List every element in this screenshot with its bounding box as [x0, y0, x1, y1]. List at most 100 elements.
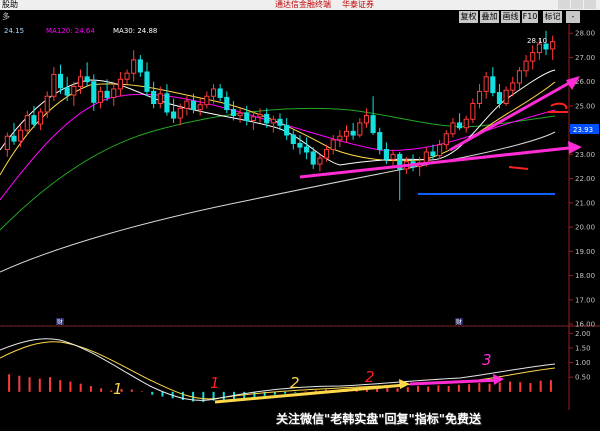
annotation-dash-right	[508, 166, 529, 170]
candle-up	[250, 116, 256, 121]
candle-up	[437, 144, 443, 157]
current-price-label: 23.93	[573, 126, 593, 134]
candle-up	[317, 157, 323, 165]
candle-up	[476, 90, 483, 104]
candle-up	[210, 88, 217, 97]
candle-up	[343, 130, 350, 137]
candle-down	[57, 73, 64, 89]
annotation-label-1b: 1	[210, 374, 220, 392]
indicator-tick-label: 1.00	[575, 359, 591, 367]
indicator-line-yellow	[0, 341, 556, 400]
indicator-tick-label: 0.50	[575, 374, 591, 382]
candle-up	[4, 135, 10, 151]
candle-up	[117, 78, 123, 90]
candle-up	[503, 89, 509, 104]
candle-up	[450, 122, 456, 135]
candle-down	[383, 149, 389, 160]
legend-ma120: MA120: 24.64	[46, 27, 95, 35]
candle-down	[137, 59, 143, 73]
price-tick-label: 18.00	[575, 272, 595, 280]
candle-up	[516, 70, 522, 84]
candle-down	[151, 90, 157, 104]
price-tick-label: 16.00	[575, 321, 595, 329]
candle-up	[536, 43, 542, 54]
candle-up	[330, 139, 336, 151]
kline-chart: 24.15 MA120: 24.64 MA30: 24.88 28.00 27.0…	[0, 24, 600, 410]
candle-down	[496, 92, 503, 104]
candle-down	[104, 90, 110, 98]
candle-down	[290, 134, 296, 144]
candle-up	[71, 86, 77, 96]
price-tick-label: 20.00	[575, 224, 595, 232]
candle-up	[97, 90, 103, 103]
indicator-tick-label: 2.00	[575, 330, 591, 338]
candlesticks	[4, 30, 556, 201]
legend-ma30: MA30: 24.88	[113, 27, 157, 35]
candle-down	[490, 76, 496, 94]
candle-up	[470, 102, 476, 120]
candle-down	[84, 76, 90, 83]
candle-up	[530, 52, 536, 62]
candle-down	[350, 130, 356, 136]
candle-down	[244, 112, 250, 121]
candle-down	[224, 96, 230, 111]
candle-up	[510, 82, 516, 91]
candle-up	[38, 111, 44, 125]
price-tick-label: 25.00	[575, 102, 595, 110]
candle-down	[297, 142, 303, 148]
candle-up	[77, 76, 84, 88]
indicator-axis: 2.00 1.50 1.00 0.50	[569, 330, 591, 382]
candle-up	[204, 95, 210, 106]
annotation-label-2a: 2	[290, 374, 300, 392]
candle-up	[443, 133, 449, 146]
candle-up	[184, 100, 190, 109]
candle-down	[91, 81, 97, 103]
candle-up	[197, 104, 203, 111]
candle-down	[171, 111, 177, 119]
ma-line-long	[0, 131, 556, 273]
price-tick-label: 23.00	[575, 151, 595, 159]
candle-up	[357, 122, 363, 136]
annotation-label-2b: 2	[365, 368, 375, 386]
candle-up	[550, 41, 556, 50]
candle-down	[11, 135, 17, 142]
promo-watermark: 关注微信"老韩实盘"回复"指标"免费送	[276, 412, 482, 426]
candle-down	[217, 88, 223, 98]
candle-down	[284, 124, 290, 136]
candle-down	[370, 115, 376, 134]
candle-up	[131, 59, 137, 74]
ma-line-60	[0, 107, 556, 231]
candle-down	[304, 146, 310, 153]
candle-up	[257, 113, 263, 118]
candle-down	[31, 115, 37, 125]
candle-down	[190, 100, 197, 111]
price-tick-label: 22.00	[575, 175, 595, 183]
candle-down	[277, 118, 283, 126]
high-price-label: 28.10	[527, 37, 547, 45]
price-tick-label: 27.00	[575, 54, 595, 62]
candle-up	[463, 118, 469, 129]
candle-down	[230, 109, 237, 117]
candle-down	[377, 132, 383, 151]
candle-up	[124, 72, 130, 80]
annotation-label-1a: 1	[113, 380, 123, 398]
candle-up	[44, 95, 50, 113]
candle-down	[64, 87, 70, 96]
candle-up	[18, 129, 24, 142]
price-tick-label: 17.00	[575, 296, 595, 304]
candle-down	[264, 113, 270, 124]
candle-up	[323, 149, 330, 159]
candle-up	[523, 60, 529, 72]
candle-up	[390, 153, 396, 160]
event-marker-1-label: 财	[57, 318, 63, 326]
price-tick-label: 19.00	[575, 248, 595, 256]
candle-up	[337, 135, 343, 141]
candle-up	[483, 76, 489, 92]
candle-up	[177, 107, 183, 119]
event-marker-2-label: 财	[456, 318, 462, 326]
candle-up	[423, 151, 429, 164]
candle-up	[363, 115, 370, 124]
candle-down	[164, 93, 170, 113]
annotation-label-3: 3	[482, 351, 492, 369]
price-tick-label: 21.00	[575, 199, 595, 207]
